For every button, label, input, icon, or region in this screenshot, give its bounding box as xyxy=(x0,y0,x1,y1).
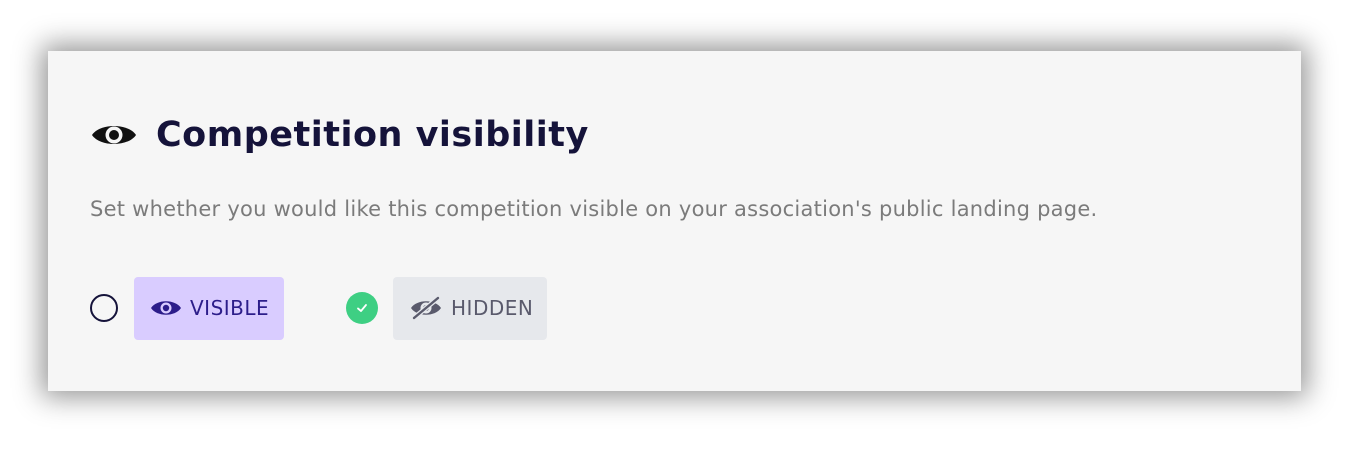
section-header: Competition visibility xyxy=(90,113,589,157)
visibility-options: VISIBLE HIDDEN xyxy=(90,276,547,340)
eye-icon xyxy=(90,120,138,150)
eye-icon xyxy=(150,298,182,318)
visible-radio[interactable] xyxy=(90,294,118,322)
visible-label: VISIBLE xyxy=(190,296,270,320)
check-icon[interactable] xyxy=(346,292,378,324)
hidden-label: HIDDEN xyxy=(451,296,534,320)
visibility-card: Competition visibility Set whether you w… xyxy=(48,51,1301,391)
section-title: Competition visibility xyxy=(156,115,589,155)
hidden-chip[interactable]: HIDDEN xyxy=(393,276,547,340)
section-description: Set whether you would like this competit… xyxy=(90,197,1098,221)
visible-chip[interactable]: VISIBLE xyxy=(134,276,284,340)
option-hidden[interactable]: HIDDEN xyxy=(346,276,547,340)
option-visible[interactable]: VISIBLE xyxy=(90,276,284,340)
eye-slash-icon xyxy=(409,296,443,320)
